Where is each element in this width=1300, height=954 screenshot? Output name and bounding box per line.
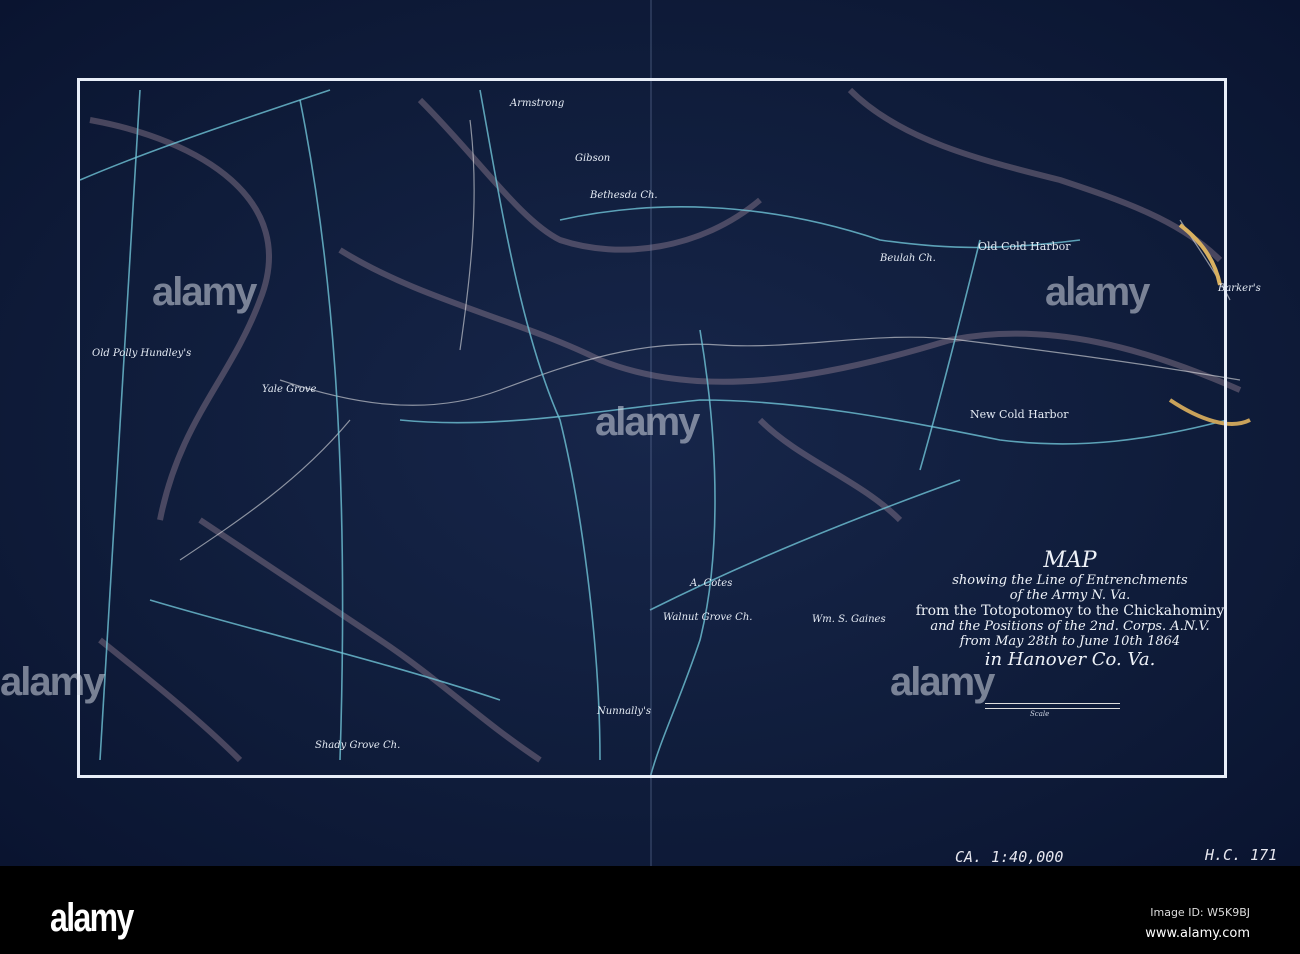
watermark: alamy (595, 400, 700, 444)
place-label: Beulah Ch. (880, 253, 936, 264)
watermark: alamy (890, 660, 995, 704)
title-line: of the Army N. Va. (1009, 588, 1131, 603)
place-label: Yale Grove (262, 384, 317, 395)
image-id: Image ID: W5K9BJ (1150, 906, 1250, 919)
place-label: A. Cotes (690, 578, 733, 589)
stock-banner: alamy Image ID: W5K9BJ www.alamy.com (0, 866, 1300, 954)
place-label: Bethesda Ch. (590, 190, 658, 201)
watermark: alamy (152, 270, 257, 314)
place-label: New Cold Harbor (970, 408, 1069, 421)
place-label: Old Cold Harbor (978, 240, 1071, 253)
place-label: Walnut Grove Ch. (663, 612, 753, 623)
place-label: Old Polly Hundley's (92, 348, 192, 359)
place-label: Shady Grove Ch. (315, 740, 401, 751)
place-label: Barker's (1218, 283, 1261, 294)
website-link[interactable]: www.alamy.com (1145, 926, 1250, 941)
watermark: alamy (0, 660, 105, 704)
handwritten-scale-note: CA. 1:40,000 (955, 848, 1064, 866)
title-line: showing the Line of Entrenchments (952, 573, 1188, 588)
map-sheet: Old Cold Harbor New Cold Harbor Walnut G… (0, 0, 1300, 866)
place-label: Nunnally's (597, 706, 651, 717)
map-title-cartouche: MAP showing the Line of Entrenchments of… (905, 548, 1235, 670)
handwritten-catalog-number: H.C. 171 (1205, 846, 1278, 864)
place-label: Gibson (575, 153, 611, 164)
title-line: from the Totopotomoy to the Chickahominy (915, 603, 1225, 619)
title-line: from May 28th to June 10th 1864 (959, 634, 1181, 649)
alamy-logo: alamy (50, 896, 134, 940)
title-line: and the Positions of the 2nd. Corps. A.N… (930, 619, 1210, 634)
place-label: Armstrong (510, 98, 565, 109)
watermark: alamy (1045, 270, 1150, 314)
place-label: Wm. S. Gaines (812, 614, 886, 625)
title-map: MAP (1043, 548, 1097, 573)
scale-label: Scale (1030, 710, 1050, 718)
stock-image: Old Cold Harbor New Cold Harbor Walnut G… (0, 0, 1300, 954)
scale-bar (985, 703, 1120, 709)
